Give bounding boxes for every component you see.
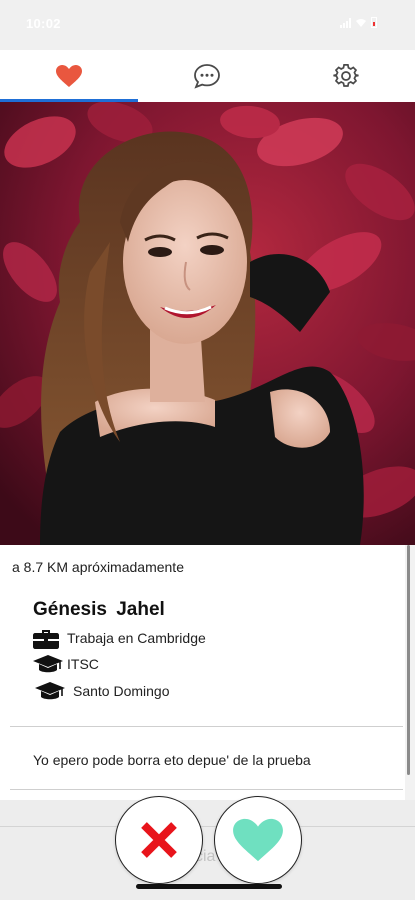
profile-name: Génesis Jahel (33, 599, 165, 620)
profile-info-card: a 8.7 KM apróximadamente Génesis Jahel T… (0, 545, 405, 800)
graduation-cap-icon (33, 654, 67, 674)
wifi-icon (356, 18, 366, 27)
distance-text: a 8.7 KM apróximadamente (12, 559, 184, 575)
divider (0, 826, 415, 827)
home-indicator[interactable] (136, 884, 282, 889)
status-bar: 10:02 (0, 0, 415, 50)
school-row: ITSC (33, 654, 99, 674)
briefcase-icon (33, 627, 67, 649)
chat-bubble-icon (194, 64, 221, 89)
school-text: ITSC (67, 656, 99, 672)
tab-settings[interactable] (277, 50, 415, 102)
divider (10, 789, 403, 790)
scrollbar[interactable] (407, 545, 410, 775)
gear-icon (333, 64, 359, 87)
x-icon (141, 822, 177, 858)
heart-icon (233, 818, 283, 862)
battery-icon (371, 17, 377, 28)
city-text: Santo Domingo (73, 683, 170, 699)
city-row: Santo Domingo (33, 681, 170, 701)
app-screen: 10:02 a 8.7 KM apróximadamente Génesis J… (0, 0, 415, 900)
profile-photo-image (0, 102, 415, 545)
status-time: 10:02 (26, 16, 61, 31)
top-tab-bar (0, 50, 415, 102)
heart-icon (56, 65, 83, 87)
graduation-cap-icon (33, 681, 73, 701)
signal-icon (340, 17, 351, 28)
like-button[interactable] (214, 796, 302, 884)
work-row: Trabaja en Cambridge (33, 627, 206, 649)
tab-chat[interactable] (138, 50, 276, 102)
profile-photo[interactable] (0, 102, 415, 545)
work-text: Trabaja en Cambridge (67, 630, 206, 646)
status-icons (340, 17, 377, 28)
bio-text: Yo epero pode borra eto depue' de la pru… (33, 752, 311, 768)
reject-button[interactable] (115, 796, 203, 884)
tab-likes[interactable] (0, 50, 139, 102)
divider (10, 726, 403, 727)
